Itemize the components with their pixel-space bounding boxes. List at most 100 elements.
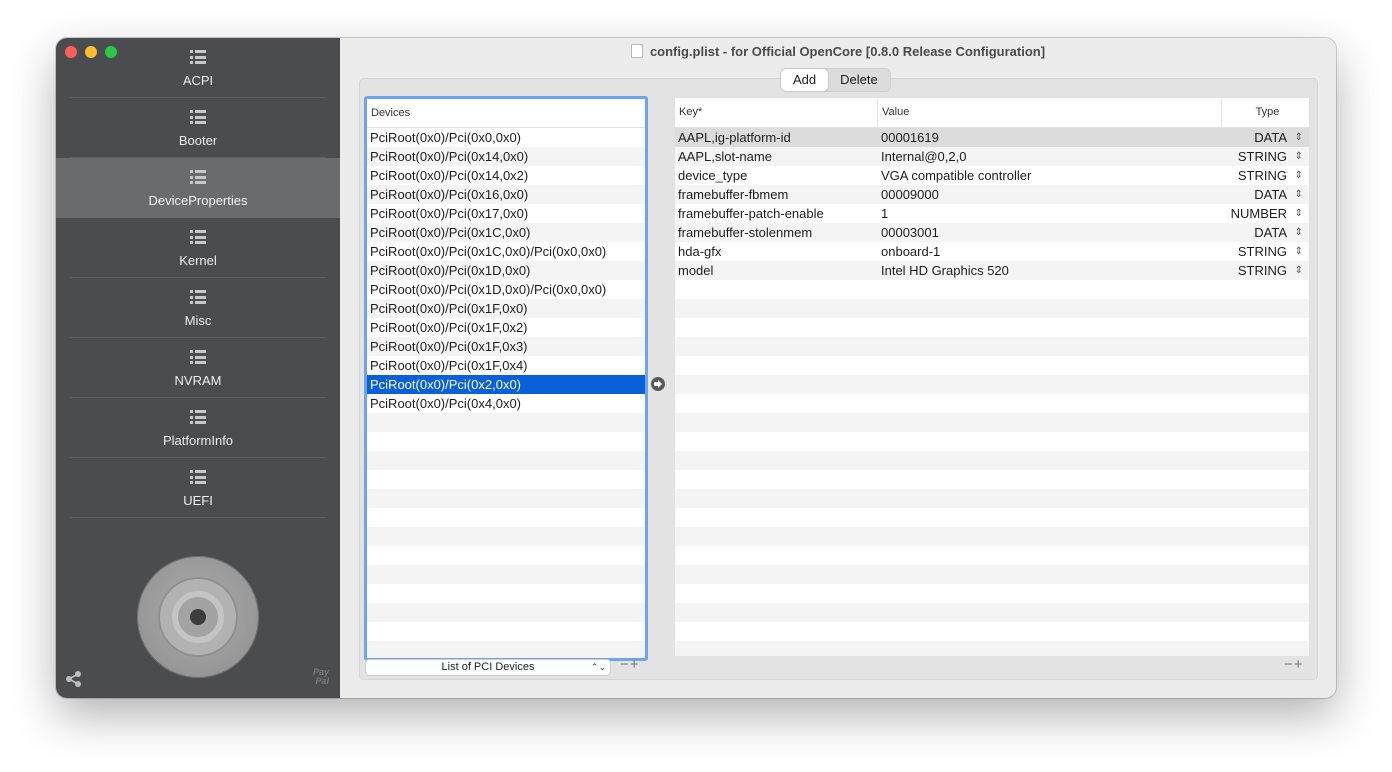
property-row[interactable]: framebuffer-patch-enable 1 NUMBER ⇕: [675, 204, 1309, 223]
property-type-select[interactable]: STRING ⇕: [1219, 166, 1309, 185]
property-empty-row: [675, 356, 1309, 375]
device-list-empty-row: [367, 584, 645, 603]
property-row[interactable]: hda-gfx onboard-1 STRING ⇕: [675, 242, 1309, 261]
property-key[interactable]: device_type: [675, 166, 878, 185]
property-value[interactable]: 00003001: [878, 223, 1219, 242]
delete-button[interactable]: Delete: [828, 69, 890, 91]
opencore-logo: [137, 556, 259, 678]
property-row[interactable]: framebuffer-fbmem 00009000 DATA ⇕: [675, 185, 1309, 204]
property-row[interactable]: AAPL,ig-platform-id 00001619 DATA ⇕: [675, 128, 1309, 147]
sidebar-item-uefi[interactable]: UEFI: [70, 458, 326, 518]
property-type-select[interactable]: DATA ⇕: [1219, 128, 1309, 147]
device-list-item[interactable]: PciRoot(0x0)/Pci(0x14,0x2): [367, 166, 645, 185]
sidebar-item-label: Misc: [184, 313, 212, 328]
property-empty-row: [675, 394, 1309, 413]
remove-property-button[interactable]: −: [1284, 656, 1294, 673]
property-value[interactable]: 1: [878, 204, 1219, 223]
sidebar-item-nvram[interactable]: NVRAM: [70, 338, 326, 398]
add-device-button[interactable]: +: [630, 656, 640, 673]
properties-add-remove: −+: [1284, 656, 1304, 673]
property-type-select[interactable]: STRING ⇕: [1219, 261, 1309, 280]
devices-list[interactable]: Devices PciRoot(0x0)/Pci(0x0,0x0) PciRoot…: [364, 96, 648, 661]
share-icon[interactable]: [65, 670, 83, 688]
device-list-item[interactable]: PciRoot(0x0)/Pci(0x1C,0x0)/Pci(0x0,0x0): [367, 242, 645, 261]
property-value[interactable]: onboard-1: [878, 242, 1219, 261]
property-type-select[interactable]: STRING ⇕: [1219, 242, 1309, 261]
device-list-item[interactable]: PciRoot(0x0)/Pci(0x1C,0x0): [367, 223, 645, 242]
sidebar-item-booter[interactable]: Booter: [70, 98, 326, 158]
property-empty-row: [675, 280, 1309, 299]
minimize-button[interactable]: [85, 46, 97, 58]
device-list-item[interactable]: PciRoot(0x0)/Pci(0x1F,0x3): [367, 337, 645, 356]
window-controls: [65, 46, 117, 58]
property-empty-row: [675, 451, 1309, 470]
property-row[interactable]: framebuffer-stolenmem 00003001 DATA ⇕: [675, 223, 1309, 242]
device-list-item[interactable]: PciRoot(0x0)/Pci(0x1D,0x0)/Pci(0x0,0x0): [367, 280, 645, 299]
property-key[interactable]: model: [675, 261, 878, 280]
device-list-empty-row: [367, 527, 645, 546]
property-key[interactable]: AAPL,ig-platform-id: [675, 128, 878, 147]
device-list-item[interactable]: PciRoot(0x0)/Pci(0x1D,0x0): [367, 261, 645, 280]
list-icon: [190, 50, 206, 64]
chevron-updown-icon: ⇕: [1294, 151, 1303, 162]
device-list-item[interactable]: PciRoot(0x0)/Pci(0x4,0x0): [367, 394, 645, 413]
sidebar-item-misc[interactable]: Misc: [70, 278, 326, 338]
sidebar-item-platforminfo[interactable]: PlatformInfo: [70, 398, 326, 458]
sidebar-item-label: NVRAM: [174, 373, 222, 388]
device-list-empty-row: [367, 641, 645, 658]
property-empty-row: [675, 299, 1309, 318]
close-button[interactable]: [65, 46, 77, 58]
device-list-item[interactable]: PciRoot(0x0)/Pci(0x1F,0x4): [367, 356, 645, 375]
chevron-updown-icon: ⇕: [1294, 265, 1303, 276]
devices-header[interactable]: Devices: [367, 99, 645, 128]
sidebar-item-deviceproperties[interactable]: DeviceProperties: [56, 158, 340, 218]
device-list-item[interactable]: PciRoot(0x0)/Pci(0x2,0x0): [367, 375, 645, 394]
column-header-value[interactable]: Value: [878, 98, 1222, 127]
property-type: DATA: [1254, 130, 1287, 145]
list-icon: [190, 110, 206, 124]
add-property-button[interactable]: +: [1294, 656, 1304, 673]
property-type-select[interactable]: DATA ⇕: [1219, 185, 1309, 204]
device-list-select[interactable]: List of PCI Devices ⌃⌄: [365, 659, 611, 676]
add-button[interactable]: Add: [781, 69, 829, 91]
column-header-type[interactable]: Type: [1222, 98, 1309, 127]
device-list-item[interactable]: PciRoot(0x0)/Pci(0x14,0x0): [367, 147, 645, 166]
property-type: STRING: [1237, 263, 1287, 278]
property-type: NUMBER: [1230, 206, 1287, 221]
property-key[interactable]: framebuffer-patch-enable: [675, 204, 878, 223]
property-value[interactable]: 00001619: [878, 128, 1219, 147]
device-list-item[interactable]: PciRoot(0x0)/Pci(0x0,0x0): [367, 128, 645, 147]
chevron-updown-icon: ⇕: [1294, 170, 1303, 181]
property-value[interactable]: VGA compatible controller: [878, 166, 1219, 185]
property-type: STRING: [1237, 149, 1287, 164]
property-key[interactable]: hda-gfx: [675, 242, 878, 261]
property-key[interactable]: framebuffer-fbmem: [675, 185, 878, 204]
zoom-button[interactable]: [105, 46, 117, 58]
property-value[interactable]: Intel HD Graphics 520: [878, 261, 1219, 280]
property-key[interactable]: framebuffer-stolenmem: [675, 223, 878, 242]
property-row[interactable]: AAPL,slot-name Internal@0,2,0 STRING ⇕: [675, 147, 1309, 166]
device-list-empty-row: [367, 413, 645, 432]
list-icon: [190, 410, 206, 424]
property-type-select[interactable]: NUMBER ⇕: [1219, 204, 1309, 223]
property-empty-row: [675, 546, 1309, 565]
property-type-select[interactable]: STRING ⇕: [1219, 147, 1309, 166]
paypal-button[interactable]: Pay Pal: [311, 668, 329, 686]
property-empty-row: [675, 584, 1309, 603]
column-header-key[interactable]: Key*: [675, 98, 878, 127]
remove-device-button[interactable]: −: [620, 656, 630, 673]
device-list-item[interactable]: PciRoot(0x0)/Pci(0x1F,0x2): [367, 318, 645, 337]
property-row[interactable]: device_type VGA compatible controller STRI…: [675, 166, 1309, 185]
chevron-updown-icon: ⇕: [1294, 246, 1303, 257]
device-list-item[interactable]: PciRoot(0x0)/Pci(0x17,0x0): [367, 204, 645, 223]
device-list-empty-row: [367, 565, 645, 584]
property-value[interactable]: Internal@0,2,0: [878, 147, 1219, 166]
device-list-item[interactable]: PciRoot(0x0)/Pci(0x1F,0x0): [367, 299, 645, 318]
property-key[interactable]: AAPL,slot-name: [675, 147, 878, 166]
property-row[interactable]: model Intel HD Graphics 520 STRING ⇕: [675, 261, 1309, 280]
sidebar-item-kernel[interactable]: Kernel: [70, 218, 326, 278]
property-value[interactable]: 00009000: [878, 185, 1219, 204]
document-icon: [630, 44, 643, 58]
property-type-select[interactable]: DATA ⇕: [1219, 223, 1309, 242]
device-list-item[interactable]: PciRoot(0x0)/Pci(0x16,0x0): [367, 185, 645, 204]
